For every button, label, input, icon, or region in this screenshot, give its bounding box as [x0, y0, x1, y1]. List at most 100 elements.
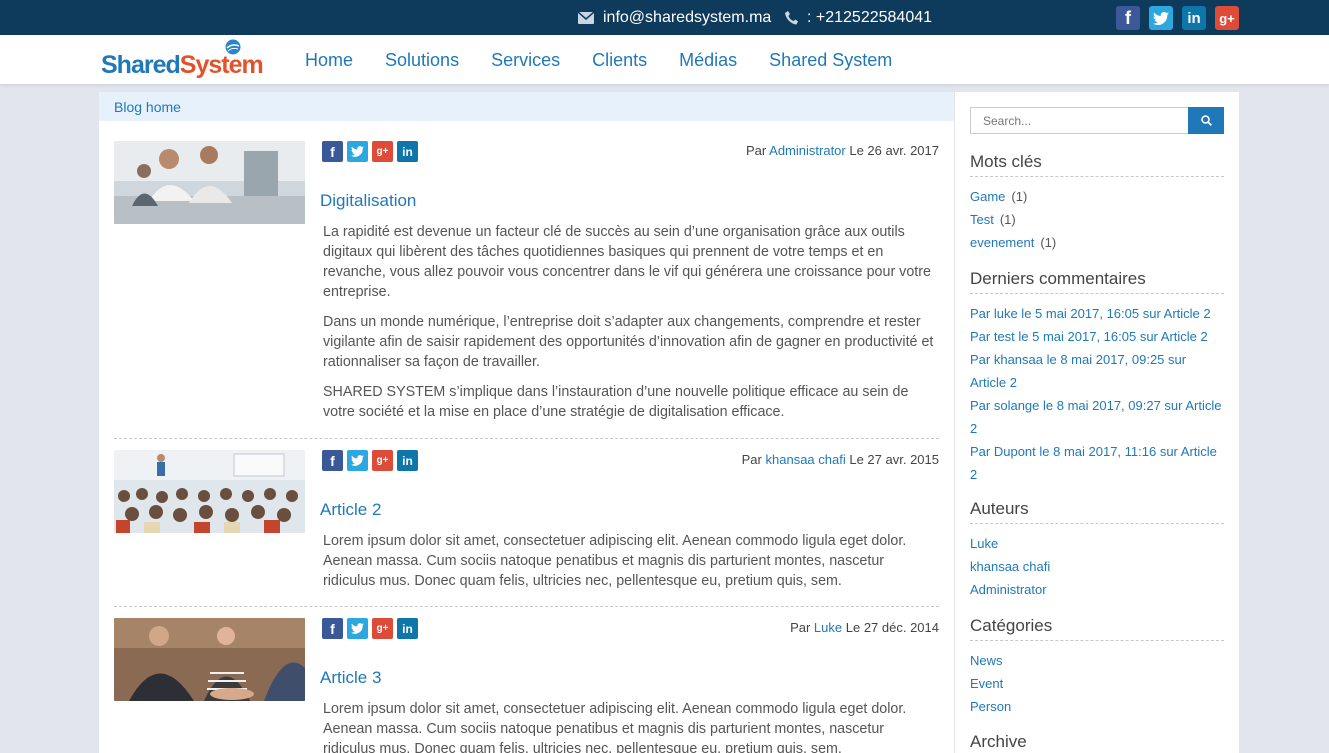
tag-link[interactable]: Test — [970, 212, 994, 227]
list-item: Par Dupont le 8 mai 2017, 11:16 sur Arti… — [970, 440, 1224, 486]
comment-link[interactable]: Par khansaa le 8 mai 2017, 09:25 sur Art… — [970, 352, 1186, 390]
share-facebook-icon[interactable]: f — [322, 450, 343, 471]
share-google-plus-icon[interactable]: g+ — [372, 141, 393, 162]
article-body: Lorem ipsum dolor sit amet, consectetuer… — [323, 533, 907, 589]
list-item: Par luke le 5 mai 2017, 16:05 sur Articl… — [970, 302, 1224, 325]
category-link[interactable]: Person — [970, 699, 1011, 714]
article-meta: Par Luke Le 27 déc. 2014 — [790, 620, 939, 635]
section-title: Derniers commentaires — [970, 269, 1224, 294]
nav-services[interactable]: Services — [491, 50, 560, 71]
share-google-plus-icon[interactable]: g+ — [372, 618, 393, 639]
search-form — [970, 107, 1224, 134]
section-title: Archive — [970, 732, 1224, 753]
share-linkedin-icon[interactable]: in — [397, 618, 418, 639]
author-link[interactable]: Administrator — [970, 582, 1047, 597]
share-twitter-icon[interactable] — [347, 141, 368, 162]
nav-clients[interactable]: Clients — [592, 50, 647, 71]
site-header: SharedSystem Home Solutions Services Cli… — [0, 35, 1329, 85]
article-card: f g+ in Par Luke Le 27 déc. 2014 Article… — [114, 618, 939, 753]
list-item: Luke — [970, 532, 1224, 555]
author-link[interactable]: Luke — [970, 536, 998, 551]
contact-phone[interactable]: : +212522584041 — [785, 0, 932, 35]
share-buttons: f g+ in — [322, 618, 418, 639]
main-nav: Home Solutions Services Clients Médias S… — [305, 35, 924, 85]
phone-icon — [785, 10, 798, 24]
tag-link[interactable]: evenement — [970, 235, 1034, 250]
article-body: La rapidité est devenue un facteur clé d… — [323, 224, 934, 420]
facebook-icon[interactable]: f — [1116, 6, 1140, 30]
logo[interactable]: SharedSystem — [101, 39, 264, 81]
nav-solutions[interactable]: Solutions — [385, 50, 459, 71]
section-title: Mots clés — [970, 152, 1224, 177]
nav-shared-system[interactable]: Shared System — [769, 50, 892, 71]
article-thumbnail[interactable] — [114, 618, 305, 701]
share-twitter-icon[interactable] — [347, 450, 368, 471]
article-date: Le 26 avr. 2017 — [849, 143, 939, 158]
list-item: News — [970, 649, 1224, 672]
article-author-link[interactable]: Luke — [814, 620, 842, 635]
article-title[interactable]: Article 2 — [320, 500, 381, 520]
share-facebook-icon[interactable]: f — [322, 141, 343, 162]
share-facebook-icon[interactable]: f — [322, 618, 343, 639]
article-title[interactable]: Digitalisation — [320, 191, 416, 211]
blog-main: Blog home f g+ in Par Administrator Le 2… — [99, 92, 954, 753]
top-bar: info@sharedsystem.ma : +212522584041 f i… — [0, 0, 1329, 35]
breadcrumb-blog-home[interactable]: Blog home — [114, 99, 181, 115]
article-body: Lorem ipsum dolor sit amet, consectetuer… — [323, 701, 907, 753]
phone-text: : +212522584041 — [807, 8, 933, 26]
article-thumbnail[interactable] — [114, 450, 305, 533]
list-item: Game (1) — [970, 189, 1028, 204]
section-title: Auteurs — [970, 499, 1224, 524]
office-photo — [114, 141, 305, 224]
social-links: f in g+ — [1116, 6, 1239, 30]
list-item: Test (1) — [970, 212, 1016, 227]
article-divider — [114, 606, 939, 607]
classroom-photo — [114, 450, 305, 533]
share-buttons: f g+ in — [322, 141, 418, 162]
category-link[interactable]: Event — [970, 676, 1003, 691]
article-date: Le 27 avr. 2015 — [849, 452, 939, 467]
section-title: Catégories — [970, 616, 1224, 641]
category-link[interactable]: News — [970, 653, 1003, 668]
envelope-icon — [578, 11, 594, 24]
list-item: evenement (1) — [970, 235, 1057, 250]
comments-section: Derniers commentaires Par luke le 5 mai … — [970, 269, 1224, 486]
email-text: info@sharedsystem.ma — [603, 8, 772, 26]
nav-medias[interactable]: Médias — [679, 50, 737, 71]
comment-link[interactable]: Par solange le 8 mai 2017, 09:27 sur Art… — [970, 398, 1221, 436]
article-thumbnail[interactable] — [114, 141, 305, 224]
twitter-icon[interactable] — [1149, 6, 1173, 30]
nav-home[interactable]: Home — [305, 50, 353, 71]
article-author-link[interactable]: khansaa chafi — [766, 452, 846, 467]
google-plus-icon[interactable]: g+ — [1215, 6, 1239, 30]
search-button[interactable] — [1188, 107, 1224, 134]
globe-icon — [225, 39, 241, 55]
list-item: Person — [970, 695, 1224, 718]
breadcrumb: Blog home — [99, 92, 954, 121]
comment-link[interactable]: Par luke le 5 mai 2017, 16:05 sur Articl… — [970, 306, 1211, 321]
tags-section: Mots clés Game (1) Test (1) evenement (1) — [970, 152, 1224, 254]
search-input[interactable] — [970, 107, 1188, 134]
article-title[interactable]: Article 3 — [320, 668, 381, 688]
article-meta: Par Administrator Le 26 avr. 2017 — [746, 143, 939, 158]
share-linkedin-icon[interactable]: in — [397, 141, 418, 162]
authors-section: Auteurs Luke khansaa chafi Administrator — [970, 499, 1224, 601]
article-date: Le 27 déc. 2014 — [845, 620, 939, 635]
article-card: f g+ in Par khansaa chafi Le 27 avr. 201… — [114, 450, 939, 600]
comment-link[interactable]: Par Dupont le 8 mai 2017, 11:16 sur Arti… — [970, 444, 1217, 482]
author-link[interactable]: khansaa chafi — [970, 559, 1050, 574]
archive-section: Archive — [970, 732, 1224, 753]
share-twitter-icon[interactable] — [347, 618, 368, 639]
share-buttons: f g+ in — [322, 450, 418, 471]
contact-email[interactable]: info@sharedsystem.ma — [578, 0, 771, 35]
tag-link[interactable]: Game — [970, 189, 1005, 204]
linkedin-icon[interactable]: in — [1182, 6, 1206, 30]
share-google-plus-icon[interactable]: g+ — [372, 450, 393, 471]
article-author-link[interactable]: Administrator — [769, 143, 846, 158]
comment-link[interactable]: Par test le 5 mai 2017, 16:05 sur Articl… — [970, 329, 1208, 344]
meeting-photo — [114, 618, 305, 701]
list-item: khansaa chafi — [970, 555, 1224, 578]
list-item: Par solange le 8 mai 2017, 09:27 sur Art… — [970, 394, 1224, 440]
share-linkedin-icon[interactable]: in — [397, 450, 418, 471]
search-icon — [1200, 115, 1212, 126]
